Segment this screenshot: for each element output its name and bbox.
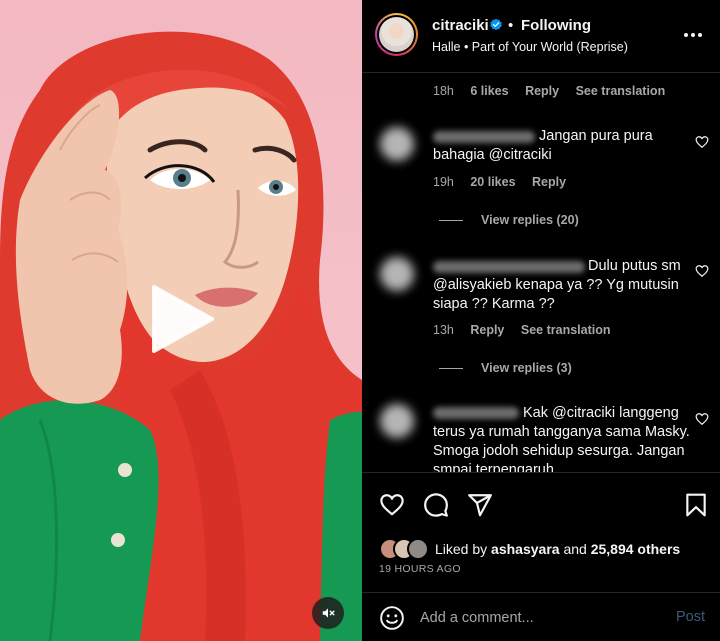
profile-avatar[interactable] [375, 13, 418, 56]
comment-like-heart-icon[interactable] [695, 412, 709, 426]
bookmark-icon[interactable] [683, 492, 709, 518]
commenter-avatar[interactable] [380, 127, 414, 161]
liker-avatars[interactable] [379, 538, 435, 560]
reply-button[interactable]: Reply [532, 175, 566, 189]
view-replies-button[interactable]: View replies (20) [481, 213, 579, 227]
commenter-avatar[interactable] [380, 257, 414, 291]
post-header: citraciki • Following Halle • Part of Yo… [362, 0, 720, 73]
view-replies-button[interactable]: View replies (3) [481, 361, 572, 375]
post-media[interactable] [0, 0, 362, 641]
post-comment-button[interactable]: Post [676, 609, 705, 625]
see-translation-button[interactable]: See translation [521, 323, 611, 337]
post-actions: Liked by ashasyara and 25,894 others 19 … [362, 472, 720, 598]
comments-list[interactable]: 18h 6 likes Reply See translation Jangan… [362, 74, 720, 472]
verified-badge-icon [490, 18, 502, 31]
liked-by-label: Liked by [435, 541, 488, 557]
comment-likes[interactable]: 6 likes [470, 84, 508, 98]
reply-button[interactable]: Reply [525, 84, 559, 98]
post-side-panel: citraciki • Following Halle • Part of Yo… [362, 0, 720, 641]
liker-username-link[interactable]: ashasyara [491, 541, 560, 557]
muted-speaker-icon [322, 608, 335, 618]
add-comment-input[interactable] [420, 606, 650, 630]
paper-plane-icon[interactable] [467, 492, 493, 518]
emoji-smile-icon[interactable] [379, 605, 405, 631]
comment-meta: 13h Reply See translation [433, 323, 624, 337]
add-comment-bar: Post [362, 592, 720, 641]
following-button[interactable]: Following [521, 17, 591, 34]
comment-likes[interactable]: 20 likes [470, 175, 515, 189]
username-link[interactable]: citraciki [432, 17, 489, 34]
more-options-icon[interactable] [683, 25, 703, 45]
see-translation-button[interactable]: See translation [576, 84, 666, 98]
comment-meta: 18h 6 likes Reply See translation [433, 84, 678, 98]
others-likes-link[interactable]: 25,894 others [591, 541, 681, 557]
comment-like-heart-icon[interactable] [695, 135, 709, 149]
play-button[interactable] [146, 283, 218, 355]
replies-divider [439, 220, 463, 221]
heart-icon[interactable] [379, 492, 405, 518]
comment-like-heart-icon[interactable] [695, 264, 709, 278]
comment-time: 19h [433, 175, 454, 189]
audio-track-link[interactable]: Halle • Part of Your World (Reprise) [432, 40, 628, 54]
likes-summary: Liked by ashasyara and 25,894 others [435, 541, 680, 557]
comment-meta: 19h 20 likes Reply [433, 175, 579, 189]
comment-bubble-icon[interactable] [423, 492, 449, 518]
likes-conjunction: and [563, 541, 587, 557]
replies-divider [439, 368, 463, 369]
comment-text: Jangan pura pura bahagia @citraciki [433, 128, 653, 163]
post-timestamp[interactable]: 19 HOURS AGO [379, 563, 461, 575]
comment-text: Dulu putus sm @alisyakieb kenapa ya ?? Y… [433, 258, 681, 312]
mute-toggle-button[interactable] [312, 597, 344, 629]
comment-text: Kak @citraciki langgeng terus ya rumah t… [433, 405, 690, 472]
reply-button[interactable]: Reply [470, 323, 504, 337]
header-separator: • [508, 17, 514, 34]
play-icon [152, 285, 214, 353]
commenter-avatar[interactable] [380, 404, 414, 438]
comment-time: 18h [433, 84, 454, 98]
comment-time: 13h [433, 323, 454, 337]
